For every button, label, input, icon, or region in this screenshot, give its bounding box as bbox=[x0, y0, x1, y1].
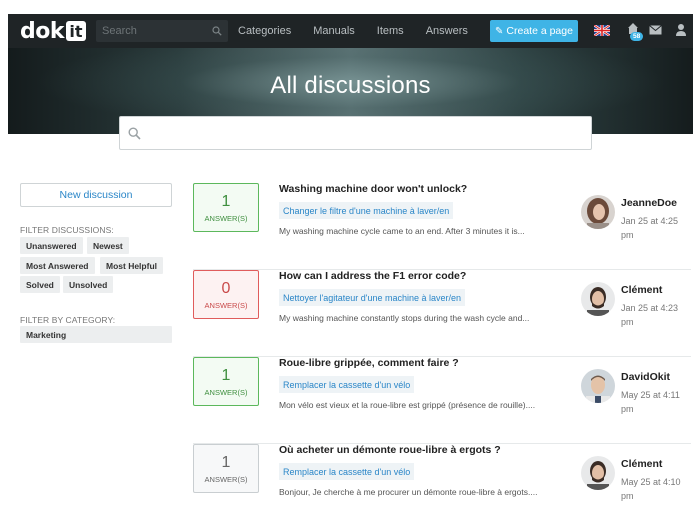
filter-category-label: FILTER BY CATEGORY: bbox=[20, 315, 116, 325]
logo[interactable]: dok it bbox=[20, 19, 86, 44]
new-discussion-button[interactable]: New discussion bbox=[20, 183, 172, 207]
discussion-title[interactable]: Washing machine door won't unlock? bbox=[279, 183, 467, 195]
answer-count-label: ANSWER(S) bbox=[204, 474, 248, 484]
search-icon[interactable] bbox=[212, 26, 222, 36]
discussion-search bbox=[119, 116, 592, 150]
avatar[interactable] bbox=[581, 456, 615, 490]
answer-count-box: 0 ANSWER(S) bbox=[193, 270, 259, 319]
filter-most-helpful[interactable]: Most Helpful bbox=[100, 257, 163, 274]
main-nav: Categories Manuals Items Answers bbox=[238, 25, 490, 37]
logo-text: dok bbox=[20, 18, 65, 44]
discussion-date: May 25 at 4:10 pm bbox=[621, 477, 681, 501]
filter-unsolved[interactable]: Unsolved bbox=[63, 276, 114, 293]
mail-icon[interactable] bbox=[649, 25, 662, 35]
notifications-badge: 58 bbox=[630, 32, 644, 41]
discussion-row[interactable]: 1 ANSWER(S) Roue-libre grippée, comment … bbox=[193, 357, 691, 444]
avatar[interactable] bbox=[581, 369, 615, 403]
discussion-title[interactable]: Où acheter un démonte roue-libre à ergot… bbox=[279, 444, 501, 456]
filter-discussions-label: FILTER DISCUSSIONS: bbox=[20, 225, 114, 235]
answer-count: 1 bbox=[221, 453, 231, 471]
category-marketing[interactable]: Marketing bbox=[20, 326, 172, 343]
avatar[interactable] bbox=[581, 282, 615, 316]
filter-newest[interactable]: Newest bbox=[87, 237, 129, 254]
answer-count-label: ANSWER(S) bbox=[204, 213, 248, 223]
discussion-row[interactable]: 1 ANSWER(S) Washing machine door won't u… bbox=[193, 183, 691, 270]
filter-solved[interactable]: Solved bbox=[20, 276, 60, 293]
discussion-excerpt: My washing machine constantly stops duri… bbox=[279, 313, 530, 323]
answer-count: 0 bbox=[221, 279, 231, 297]
header-search bbox=[96, 20, 228, 42]
discussion-search-input[interactable] bbox=[149, 126, 569, 140]
nav-items[interactable]: Items bbox=[377, 25, 404, 37]
discussion-guide-link[interactable]: Nettoyer l'agitateur d'une machine à lav… bbox=[279, 289, 466, 306]
nav-manuals[interactable]: Manuals bbox=[313, 25, 355, 37]
answer-count-box: 1 ANSWER(S) bbox=[193, 444, 259, 493]
answer-count-label: ANSWER(S) bbox=[204, 387, 248, 397]
discussion-guide-link[interactable]: Remplacer la cassette d'un vélo bbox=[279, 376, 415, 393]
answer-count-box: 1 ANSWER(S) bbox=[193, 357, 259, 406]
pencil-icon: ✎ bbox=[495, 25, 504, 37]
author-name[interactable]: Clément bbox=[621, 284, 662, 296]
nav-answers[interactable]: Answers bbox=[426, 25, 468, 37]
create-page-label: Create a page bbox=[506, 25, 573, 37]
search-icon bbox=[128, 126, 141, 140]
discussion-guide-link[interactable]: Changer le filtre d'une machine à laver/… bbox=[279, 202, 454, 219]
logo-box: it bbox=[66, 21, 86, 41]
avatar[interactable] bbox=[581, 195, 615, 229]
filter-most-answered[interactable]: Most Answered bbox=[20, 257, 95, 274]
discussion-row[interactable]: 0 ANSWER(S) How can I address the F1 err… bbox=[193, 270, 691, 357]
discussion-guide-link[interactable]: Remplacer la cassette d'un vélo bbox=[279, 463, 415, 480]
discussion-title[interactable]: Roue-libre grippée, comment faire ? bbox=[279, 357, 459, 369]
discussion-excerpt: Mon vélo est vieux et la roue-libre est … bbox=[279, 400, 536, 410]
create-page-button[interactable]: ✎ Create a page bbox=[490, 20, 578, 42]
filter-unanswered[interactable]: Unanswered bbox=[20, 237, 83, 254]
user-icon[interactable] bbox=[675, 23, 687, 36]
answer-count-box: 1 ANSWER(S) bbox=[193, 183, 259, 232]
discussion-row[interactable]: 1 ANSWER(S) Où acheter un démonte roue-l… bbox=[193, 444, 691, 524]
header-search-input[interactable] bbox=[102, 25, 202, 37]
author-name[interactable]: JeanneDoe bbox=[621, 197, 677, 209]
uk-flag-icon[interactable] bbox=[594, 25, 610, 36]
answer-count-label: ANSWER(S) bbox=[204, 300, 248, 310]
answer-count: 1 bbox=[221, 192, 231, 210]
top-navbar: dok it Categories Manuals Items Answers … bbox=[8, 14, 693, 48]
page-title: All discussions bbox=[270, 72, 431, 99]
author-name[interactable]: DavidOkit bbox=[621, 371, 670, 383]
discussion-date: May 25 at 4:11 pm bbox=[621, 390, 680, 414]
nav-categories[interactable]: Categories bbox=[238, 25, 291, 37]
author-name[interactable]: Clément bbox=[621, 458, 662, 470]
discussion-excerpt: Bonjour, Je cherche à me procurer un dém… bbox=[279, 487, 538, 497]
discussion-date: Jan 25 at 4:25 pm bbox=[621, 216, 679, 240]
discussion-date: Jan 25 at 4:23 pm bbox=[621, 303, 679, 327]
discussion-title[interactable]: How can I address the F1 error code? bbox=[279, 270, 466, 282]
discussion-excerpt: My washing machine cycle came to an end.… bbox=[279, 226, 525, 236]
answer-count: 1 bbox=[221, 366, 231, 384]
